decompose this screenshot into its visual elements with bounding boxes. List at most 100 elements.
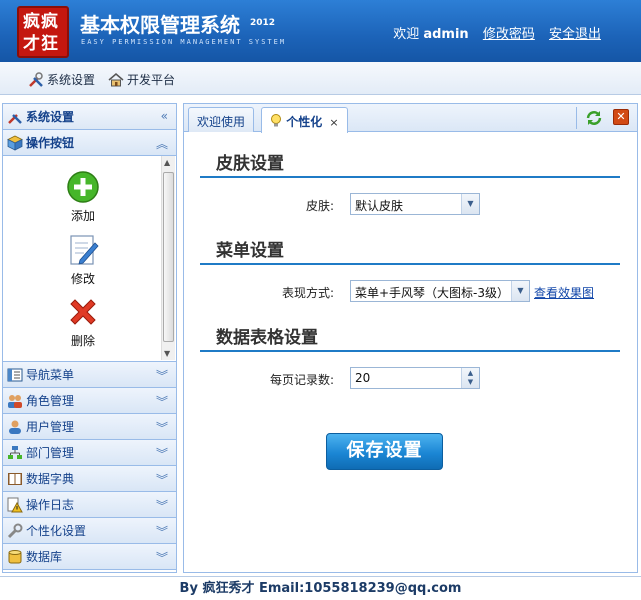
sidebar-item-label: 导航菜单: [26, 368, 75, 382]
grid-section-title: 数据表格设置: [216, 328, 318, 348]
username: admin: [423, 27, 469, 42]
lightbulb-icon: [271, 114, 281, 127]
scroll-down-icon[interactable]: ▼: [164, 349, 170, 358]
buttons-panel: 添加 修改 删除 ▲ ▼: [3, 156, 176, 362]
add-button[interactable]: 添加: [53, 170, 113, 224]
close-panel-icon[interactable]: ✕: [613, 109, 629, 125]
refresh-icon[interactable]: [585, 109, 603, 130]
sidebar-item-label: 部门管理: [26, 446, 75, 460]
tab-label: 个性化: [286, 115, 323, 129]
sidebar-item-label: 个性化设置: [26, 524, 87, 538]
tab-label: 欢迎使用: [197, 115, 246, 129]
tab-welcome[interactable]: 欢迎使用: [188, 107, 255, 132]
section-divider: [200, 176, 620, 178]
section-divider: [200, 263, 620, 265]
skin-label: 皮肤:: [305, 199, 334, 213]
logo-text-top: 疯疯: [23, 12, 59, 32]
tools-icon: [29, 71, 43, 87]
menu-section-title: 菜单设置: [216, 241, 284, 261]
save-button[interactable]: 保存设置: [326, 433, 443, 470]
app-subtitle: EASY PERMISSION MANAGEMENT SYSTEM: [81, 38, 287, 46]
logo-text-bottom: 才狂: [23, 34, 59, 54]
user-links: 欢迎 admin 修改密码 安全退出: [393, 23, 601, 42]
sidebar-item-nav-menu[interactable]: 导航菜单 ︾: [3, 362, 176, 388]
sidebar-item-dictionary[interactable]: 数据字典 ︾: [3, 466, 176, 492]
sidebar-item-label: 数据库: [26, 550, 63, 564]
chevron-up-icon: ︽: [155, 137, 168, 151]
book-icon: [8, 472, 22, 485]
sidebar-item-label: 用户管理: [26, 420, 75, 434]
preview-link[interactable]: 查看效果图: [534, 284, 594, 301]
menu-style-label: 表现方式:: [281, 286, 334, 300]
sidebar-item-users[interactable]: 用户管理 ︾: [3, 414, 176, 440]
chevron-down-icon: ▼: [511, 281, 529, 301]
close-tab-icon[interactable]: ×: [329, 116, 338, 129]
page-size-label: 每页记录数:: [269, 373, 334, 387]
change-password-link[interactable]: 修改密码: [483, 27, 535, 42]
edit-icon: [70, 235, 99, 265]
edit-button[interactable]: 修改: [53, 233, 113, 287]
dev-platform-button[interactable]: 开发平台: [108, 71, 175, 88]
user-icon: [9, 420, 21, 434]
logo: 疯疯 才狂: [17, 6, 69, 58]
footer: By 疯狂秀才 Email:1055818239@qq.com: [0, 576, 641, 600]
skin-select-value: 默认皮肤: [355, 199, 404, 213]
sidebar-item-database[interactable]: 数据库 ︾: [3, 544, 176, 570]
sidebar-item-label: 操作日志: [26, 498, 75, 512]
welcome-text: 欢迎 admin: [393, 27, 469, 42]
app-year: 2012: [250, 18, 276, 28]
sidebar-header[interactable]: 系统设置 «: [3, 104, 176, 130]
delete-icon: [70, 299, 96, 325]
skin-select[interactable]: 默认皮肤 ▼: [350, 193, 480, 215]
buttons-scrollbar[interactable]: ▲ ▼: [161, 156, 175, 360]
sidebar-item-label: 操作按钮: [26, 136, 75, 150]
chevron-down-icon: ︾: [155, 447, 168, 461]
sidebar-item-buttons[interactable]: 操作按钮 ︽: [3, 130, 176, 156]
sidebar-item-roles[interactable]: 角色管理 ︾: [3, 388, 176, 414]
sidebar: 系统设置 « 操作按钮 ︽ 添加 修改 删除 ▲ ▼ 导航菜单 ︾ 角色管理 ︾…: [2, 103, 177, 573]
sidebar-item-logs[interactable]: 操作日志 ︾: [3, 492, 176, 518]
collapse-left-icon[interactable]: «: [161, 109, 168, 123]
menu-icon: [7, 368, 23, 381]
edit-label: 修改: [70, 272, 95, 286]
sidebar-item-label: 角色管理: [26, 394, 75, 408]
menu-style-select[interactable]: 菜单+手风琴（大图标-3级） ▼: [350, 280, 530, 302]
users-icon: [8, 394, 22, 408]
spinner-icon[interactable]: ▲ ▼: [461, 368, 479, 388]
dev-platform-label: 开发平台: [127, 73, 176, 87]
page-size-stepper[interactable]: 20 ▲ ▼: [350, 367, 480, 389]
chevron-down-icon: ︾: [155, 369, 168, 383]
database-icon: [8, 549, 22, 563]
app-title: 基本权限管理系统: [80, 13, 240, 37]
chevron-down-icon: ▼: [461, 194, 479, 214]
main-panel: 欢迎使用 个性化 × ✕ 皮肤设置 皮肤: 默认皮肤 ▼ 菜单设置 表现方式:: [183, 103, 638, 573]
welcome-label: 欢迎: [393, 27, 420, 42]
cube-icon: [7, 135, 23, 151]
scroll-up-icon[interactable]: ▲: [164, 158, 170, 167]
sidebar-item-label: 数据字典: [26, 472, 75, 486]
add-label: 添加: [70, 209, 95, 223]
chevron-down-icon: ︾: [155, 395, 168, 409]
org-icon: [8, 445, 22, 459]
delete-button[interactable]: 删除: [53, 295, 113, 349]
delete-label: 删除: [70, 334, 95, 348]
tools-icon: [8, 113, 22, 124]
sidebar-item-departments[interactable]: 部门管理 ︾: [3, 440, 176, 466]
chevron-down-icon: ︾: [155, 499, 168, 513]
skin-section-title: 皮肤设置: [216, 154, 284, 174]
tool-separator: [576, 107, 577, 129]
tab-personalization[interactable]: 个性化 ×: [261, 107, 348, 133]
sidebar-item-personalization[interactable]: 个性化设置 ︾: [3, 518, 176, 544]
chevron-down-icon: ︾: [155, 551, 168, 565]
chevron-down-icon: ︾: [155, 421, 168, 435]
home-icon: [108, 72, 124, 86]
scroll-thumb[interactable]: [163, 172, 174, 342]
system-settings-label: 系统设置: [47, 73, 96, 87]
logout-link[interactable]: 安全退出: [549, 27, 601, 42]
wrench-icon: [7, 523, 23, 538]
chevron-down-icon: ︾: [155, 473, 168, 487]
system-settings-button[interactable]: 系统设置: [28, 71, 95, 88]
page-size-value: 20: [355, 371, 371, 385]
menu-style-value: 菜单+手风琴（大图标-3级）: [355, 286, 510, 300]
add-icon: [67, 171, 99, 203]
